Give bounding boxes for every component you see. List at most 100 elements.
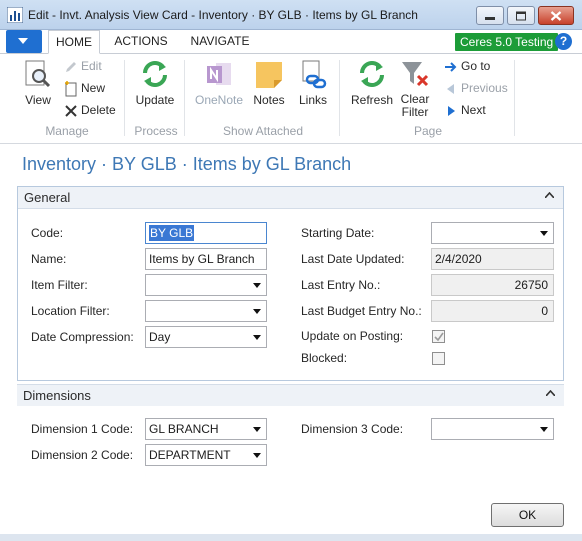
last-date-updated-field: 2/4/2020 (431, 248, 554, 270)
checkmark-icon (434, 332, 444, 342)
minimize-icon (485, 16, 495, 20)
last-budget-entry-no-field: 0 (431, 300, 554, 322)
update-button[interactable]: Update (132, 58, 178, 107)
previous-button[interactable]: Previous (443, 79, 508, 97)
triangle-right-icon (448, 105, 455, 116)
delete-button[interactable]: Delete (63, 101, 116, 119)
location-filter-field[interactable] (145, 300, 267, 322)
dropdown-arrow-icon (540, 427, 548, 432)
last-entry-no-label: Last Entry No.: (301, 278, 381, 292)
delete-x-icon (65, 105, 77, 117)
refresh-label: Refresh (350, 93, 394, 107)
dimension-2-value: DEPARTMENT (149, 448, 231, 462)
new-document-icon (65, 80, 77, 97)
dimension-3-label: Dimension 3 Code: (301, 422, 404, 436)
page-group-label: Page (413, 124, 443, 138)
item-filter-label: Item Filter: (31, 278, 88, 292)
next-label: Next (461, 103, 486, 117)
tab-navigate[interactable]: NAVIGATE (184, 30, 256, 54)
last-entry-no-field: 26750 (431, 274, 554, 296)
collapse-caret-icon (545, 192, 554, 198)
onenote-icon (207, 63, 231, 85)
view-magnifier-icon (25, 60, 51, 88)
tab-actions[interactable]: ACTIONS (108, 30, 174, 54)
dimension-1-select[interactable]: GL BRANCH (145, 418, 267, 440)
starting-date-label: Starting Date: (301, 226, 375, 240)
blocked-label: Blocked: (301, 351, 348, 365)
page-title: Inventory · BY GLB · Items by GL Branch (22, 154, 352, 174)
dimension-3-select[interactable] (431, 418, 554, 440)
ribbon-separator (514, 60, 515, 136)
application-menu-button[interactable] (6, 30, 42, 53)
dropdown-arrow-icon (253, 335, 261, 340)
next-button[interactable]: Next (443, 101, 486, 119)
note-icon (256, 62, 282, 88)
view-label: View (25, 93, 51, 107)
maximize-button[interactable] (507, 6, 535, 25)
chevron-down-icon (18, 38, 28, 44)
goto-label: Go to (461, 59, 491, 73)
pencil-icon (66, 61, 76, 72)
code-value: BY GLB (149, 225, 195, 241)
onenote-label: OneNote (194, 93, 244, 107)
dimension-1-value: GL BRANCH (149, 422, 219, 436)
edit-label: Edit (81, 59, 102, 73)
blocked-checkbox[interactable] (432, 352, 445, 365)
collapse-caret-icon (546, 390, 555, 396)
name-field[interactable]: Items by GL Branch (145, 248, 267, 270)
links-label: Links (298, 93, 327, 107)
dimensions-fasttab-header[interactable]: Dimensions (17, 384, 564, 406)
goto-button[interactable]: Go to (443, 57, 490, 75)
location-filter-label: Location Filter: (31, 304, 110, 318)
dropdown-arrow-icon (253, 283, 261, 288)
previous-label: Previous (461, 81, 508, 95)
onenote-button[interactable]: OneNote (192, 58, 246, 107)
company-badge: Ceres 5.0 Testing (455, 33, 559, 51)
general-fasttab-header[interactable]: General (18, 187, 563, 209)
dropdown-arrow-icon (540, 231, 548, 236)
edit-button[interactable]: Edit (63, 57, 102, 75)
dimensions-title: Dimensions (23, 388, 91, 403)
update-label: Update (135, 93, 175, 107)
date-compression-select[interactable]: Day (145, 326, 267, 348)
close-button[interactable] (538, 6, 574, 25)
new-button[interactable]: New (63, 79, 105, 97)
clear-filter-button[interactable]: Clear Filter (396, 58, 434, 119)
close-icon (550, 10, 562, 21)
refresh-button[interactable]: Refresh (349, 58, 395, 107)
last-date-updated-label: Last Date Updated: (301, 252, 405, 266)
refresh-icon (360, 61, 384, 87)
dimension-2-label: Dimension 2 Code: (31, 448, 134, 462)
arrow-right-icon (445, 62, 457, 72)
ribbon-separator (124, 60, 125, 136)
view-button[interactable]: View (20, 58, 56, 107)
links-button[interactable]: Links (295, 58, 331, 107)
delete-label: Delete (81, 103, 116, 117)
minimize-button[interactable] (476, 6, 504, 25)
notes-button[interactable]: Notes (251, 58, 287, 107)
name-label: Name: (31, 252, 67, 266)
ok-button[interactable]: OK (491, 503, 564, 527)
dynamics-nav-icon (7, 7, 23, 23)
item-filter-field[interactable] (145, 274, 267, 296)
dimension-2-select[interactable]: DEPARTMENT (145, 444, 267, 466)
ribbon-separator (339, 60, 340, 136)
new-label: New (81, 81, 106, 95)
window-title: Edit - Invt. Analysis View Card - Invent… (28, 8, 418, 22)
process-group-label: Process (134, 124, 178, 138)
help-icon[interactable]: ? (555, 33, 572, 50)
maximize-icon (516, 11, 526, 20)
manage-group-label: Manage (45, 124, 89, 138)
update-on-posting-label: Update on Posting: (301, 329, 404, 343)
date-compression-label: Date Compression: (31, 330, 134, 344)
tab-home[interactable]: HOME (48, 30, 100, 54)
clear-filter-icon (402, 62, 429, 87)
show-attached-group-label: Show Attached (222, 124, 304, 138)
code-field[interactable]: BY GLB (145, 222, 267, 244)
dimension-1-label: Dimension 1 Code: (31, 422, 134, 436)
update-on-posting-checkbox[interactable] (432, 330, 445, 343)
starting-date-field[interactable] (431, 222, 554, 244)
code-label: Code: (31, 226, 64, 240)
last-budget-entry-no-label: Last Budget Entry No.: (301, 304, 422, 318)
ribbon-separator (184, 60, 185, 136)
